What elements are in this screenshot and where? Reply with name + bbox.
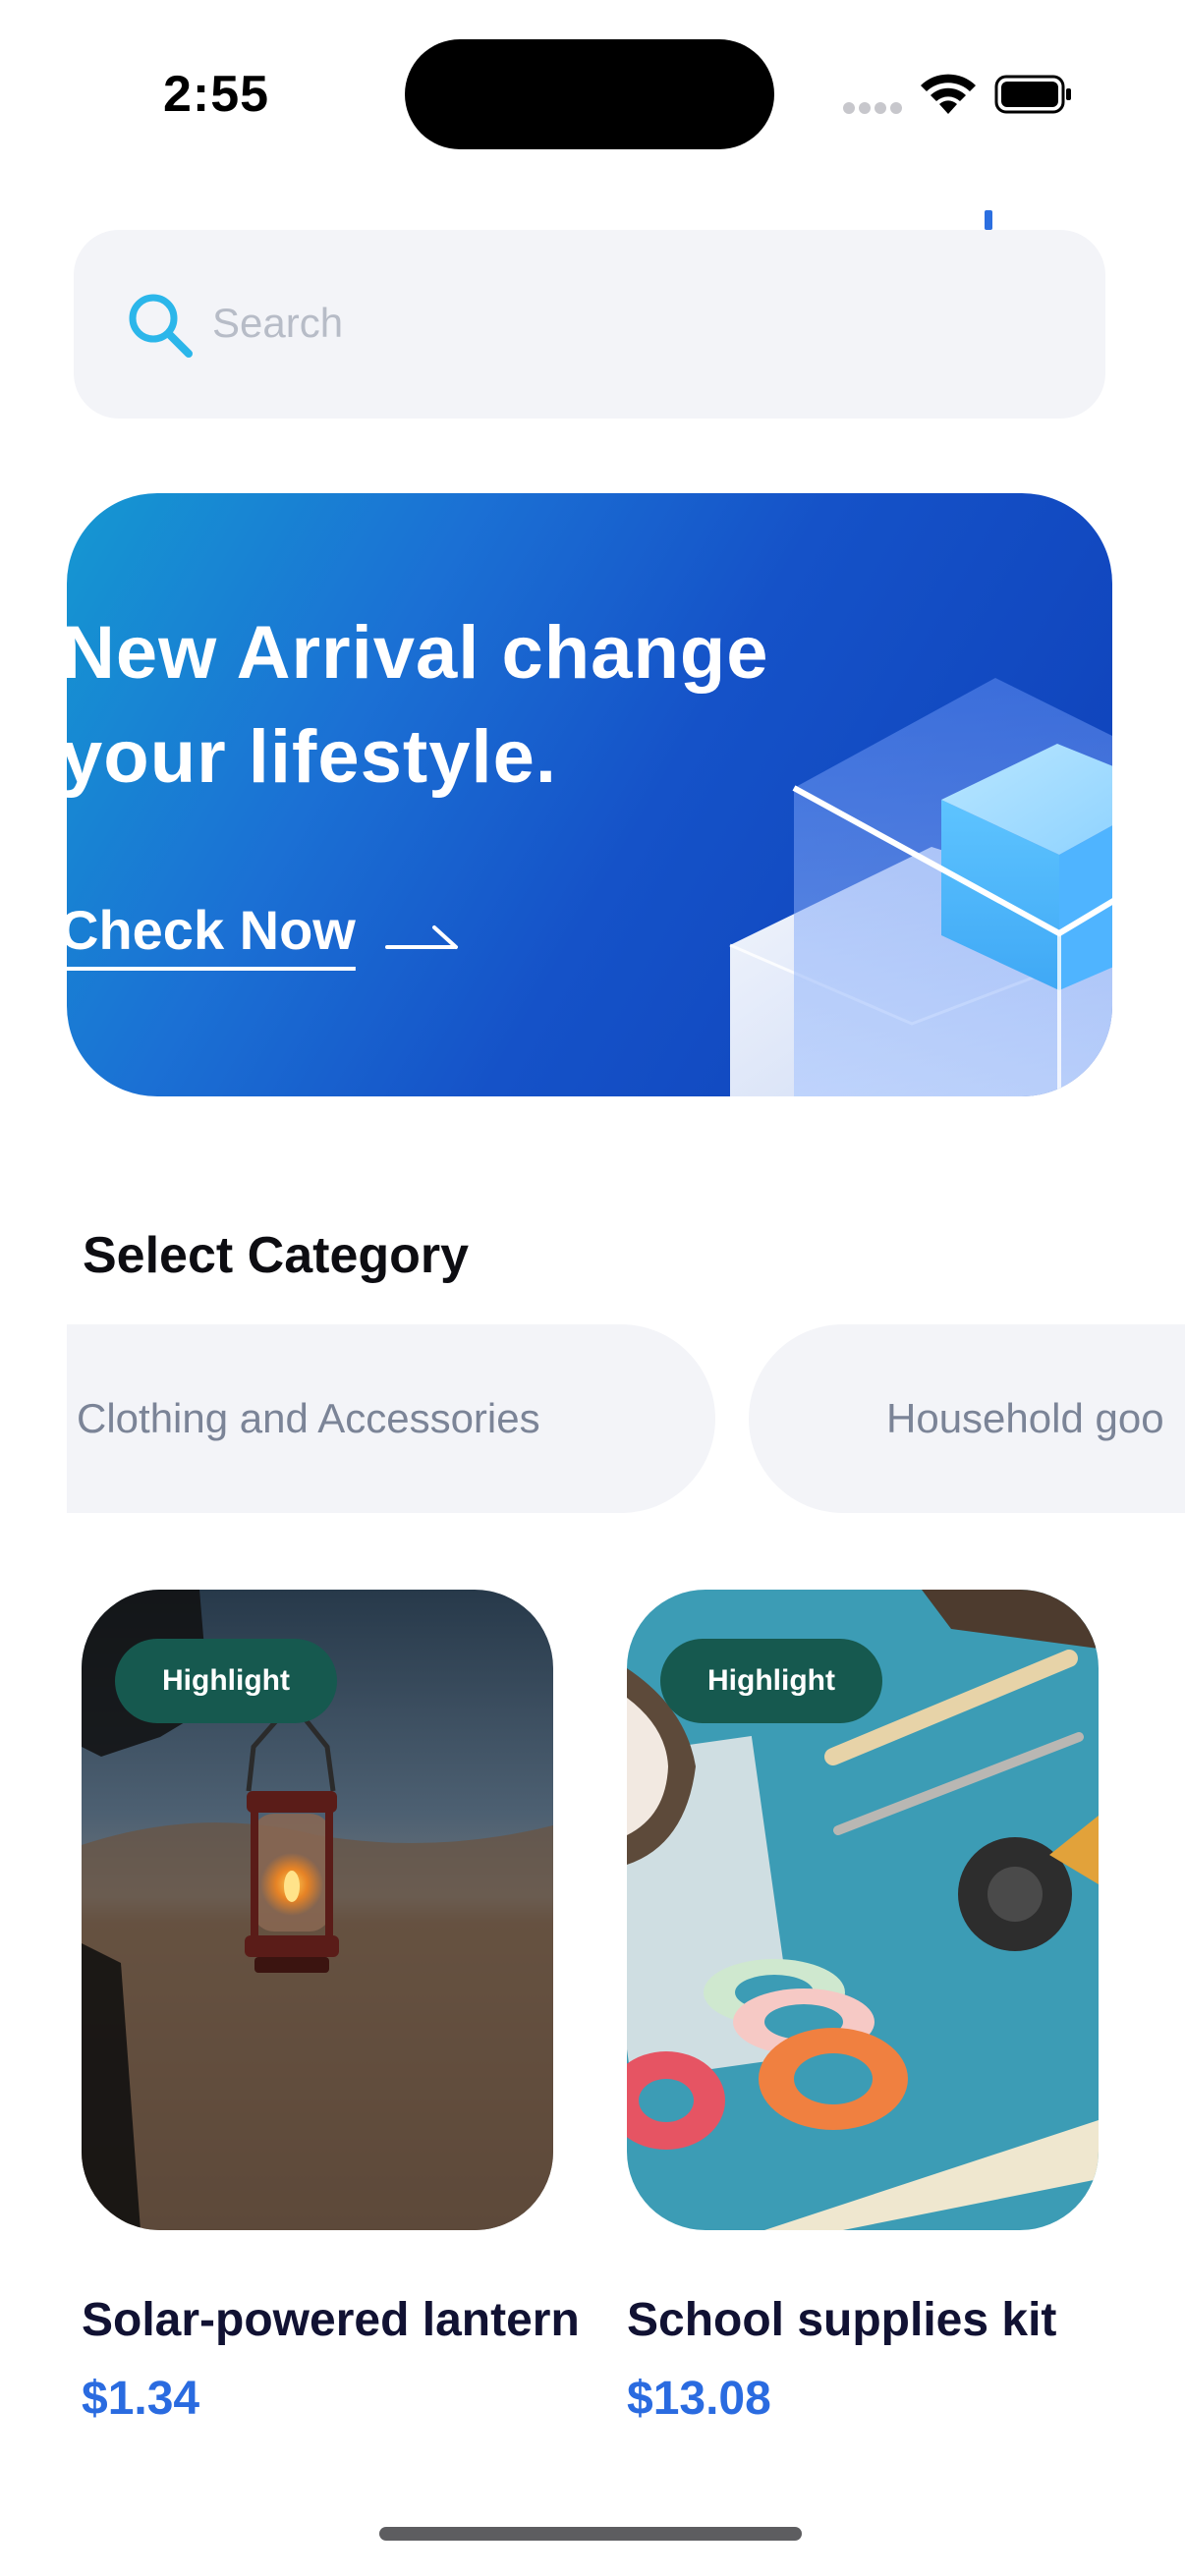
- home-indicator[interactable]: [379, 2527, 802, 2541]
- arrow-right-icon: [385, 925, 458, 949]
- category-label: Household goo: [886, 1395, 1164, 1441]
- category-label: Clothing and Accessories: [77, 1395, 540, 1441]
- dynamic-island: [405, 39, 774, 149]
- product-card[interactable]: Highlight Solar-powered lantern $1.34: [82, 1590, 580, 2425]
- top-link-underline: [985, 210, 992, 230]
- highlight-badge: Highlight: [115, 1639, 337, 1723]
- product-price: $1.34: [82, 2373, 200, 2425]
- search-input[interactable]: [212, 289, 1057, 358]
- status-time: 2:55: [163, 66, 270, 123]
- product-name[interactable]: Solar-powered lantern: [82, 2293, 580, 2347]
- top-link-marker[interactable]: [977, 151, 1006, 230]
- wifi-icon: [921, 74, 976, 114]
- product-price: $13.08: [627, 2373, 771, 2425]
- category-pill-household[interactable]: Household goo: [749, 1324, 1185, 1513]
- highlight-badge: Highlight: [660, 1639, 882, 1723]
- cube-illustration: [729, 678, 1112, 1096]
- category-pill-clothing[interactable]: Clothing and Accessories: [67, 1324, 715, 1513]
- section-title-category: Select Category: [83, 1227, 470, 1284]
- product-image-lantern[interactable]: Highlight: [82, 1590, 553, 2230]
- product-card[interactable]: Highlight School supplies kit $13.08: [627, 1590, 1099, 2425]
- battery-icon: [994, 75, 1071, 114]
- promo-banner[interactable]: New Arrival change your lifestyle. Check…: [67, 493, 1112, 1096]
- product-image-school-supplies[interactable]: Highlight: [627, 1590, 1099, 2230]
- cellular-icon: [843, 102, 904, 116]
- check-now-link[interactable]: Check Now: [67, 898, 356, 962]
- search-icon: [129, 294, 193, 358]
- product-name[interactable]: School supplies kit: [627, 2293, 1056, 2347]
